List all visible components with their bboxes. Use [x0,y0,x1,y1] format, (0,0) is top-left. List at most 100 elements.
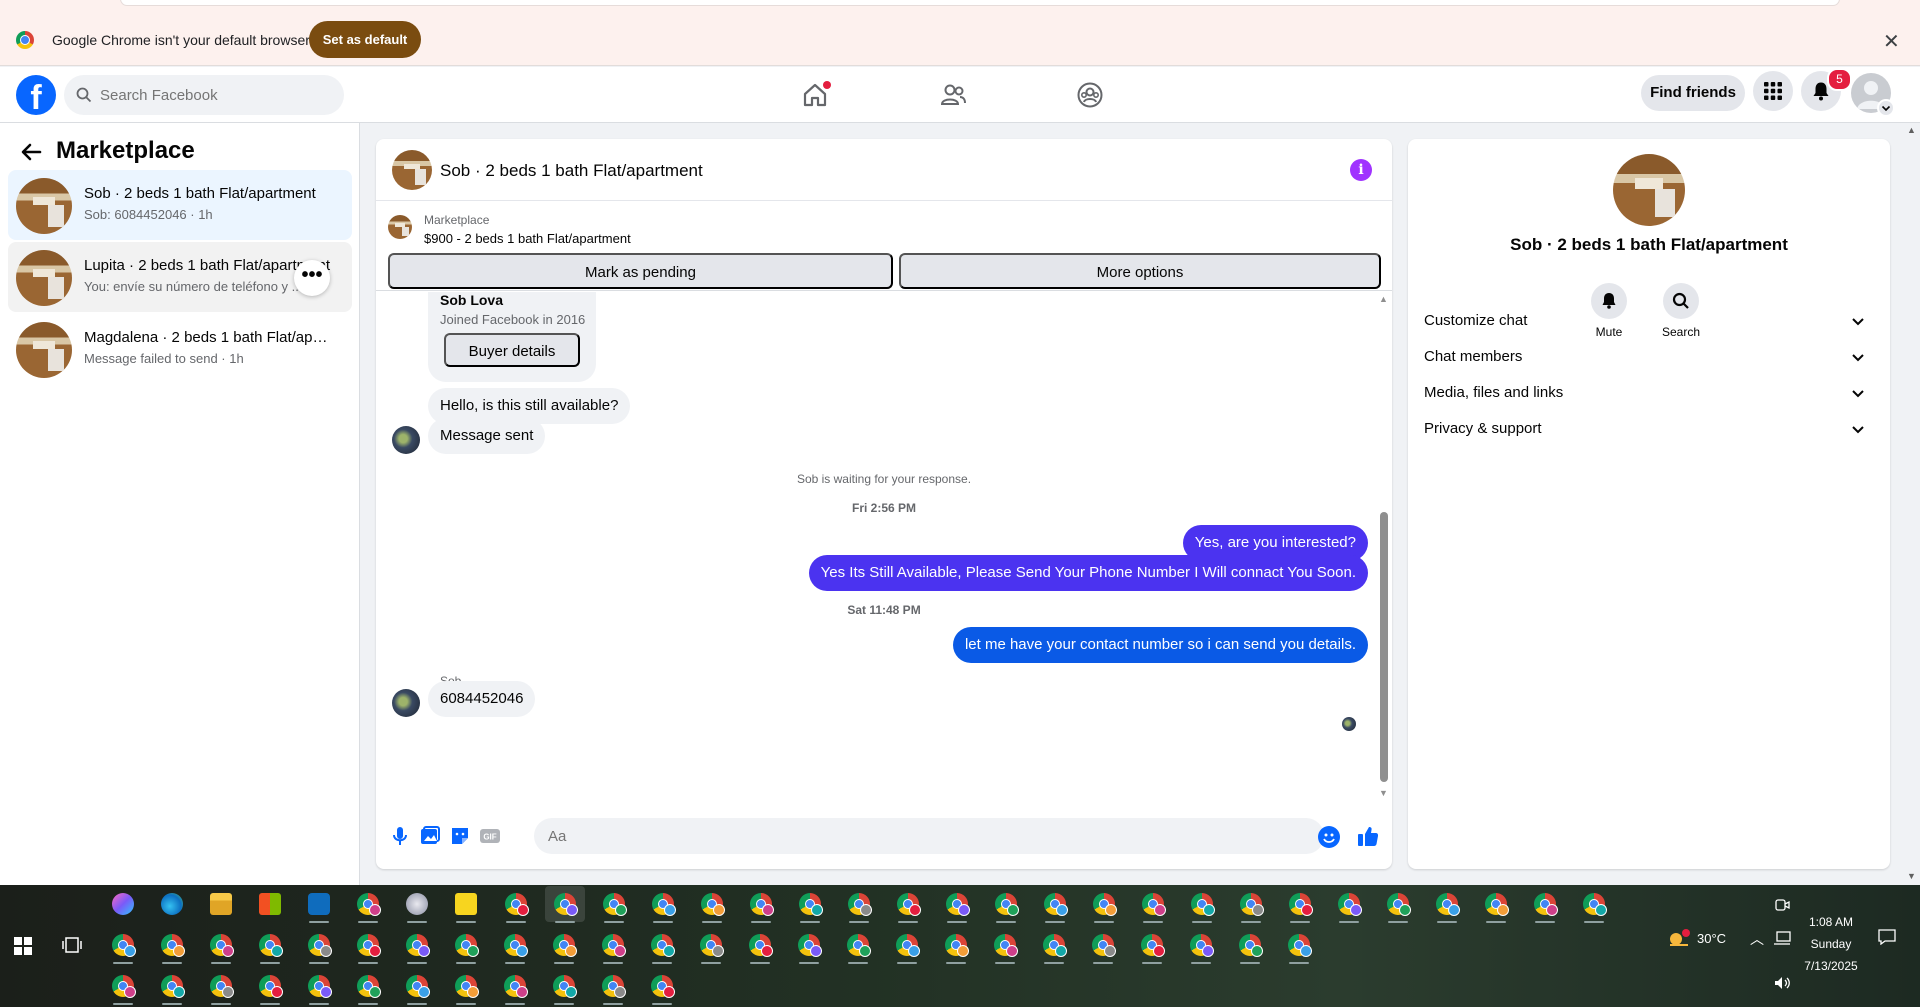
scroll-down-arrow-icon[interactable]: ▼ [1379,788,1388,798]
chrome-window-taskbar-button[interactable] [446,927,486,964]
chrome-window-taskbar-button[interactable] [741,886,781,923]
chrome-window-taskbar-button[interactable] [103,927,143,964]
set-as-default-button[interactable]: Set as default [309,21,421,58]
chrome-window-taskbar-button[interactable] [250,927,290,964]
volume-icon[interactable] [1772,975,1792,991]
chrome-window-taskbar-button[interactable] [986,886,1026,923]
thumbs-up-icon[interactable] [1356,824,1380,848]
listing-thumbnail-large[interactable] [1613,154,1685,226]
chrome-window-taskbar-button[interactable] [1476,886,1516,923]
chrome-window-taskbar-button[interactable] [1329,886,1369,923]
account-chevron-down-icon[interactable] [1877,99,1895,117]
conversation-more-icon[interactable]: ••• [294,260,330,296]
groups-nav-icon[interactable] [1074,79,1106,111]
clock-date[interactable]: 7/13/2025 [1800,959,1862,973]
chrome-window-taskbar-button[interactable] [1427,886,1467,923]
chrome-window-taskbar-button[interactable] [642,927,682,964]
chrome-window-taskbar-button[interactable] [789,927,829,964]
chrome-window-taskbar-button[interactable] [201,927,241,964]
chrome-window-taskbar-button[interactable] [397,968,437,1005]
chrome-window-taskbar-button[interactable] [1574,886,1614,923]
outlook-taskbar-button[interactable] [299,886,339,923]
chrome-window-taskbar-button[interactable] [545,886,585,923]
chrome-window-taskbar-button[interactable] [544,927,584,964]
chrome-window-taskbar-button[interactable] [1279,927,1319,964]
chrome-window-taskbar-button[interactable] [495,968,535,1005]
search-input[interactable] [100,75,330,115]
scrollbar-thumb[interactable] [1380,512,1388,782]
network-icon[interactable] [1772,930,1792,946]
chrome-window-taskbar-button[interactable] [593,927,633,964]
store-taskbar-button[interactable] [250,886,290,922]
page-scrollbar[interactable]: ▲ ▼ [1904,123,1920,885]
chrome-window-taskbar-button[interactable] [201,968,241,1005]
chrome-window-taskbar-button[interactable] [691,927,731,964]
explorer-taskbar-button[interactable] [201,886,241,922]
photo-icon[interactable] [418,824,442,848]
message-input[interactable] [534,818,1324,854]
more-options-button[interactable]: More options [899,253,1381,289]
chrome-window-taskbar-button[interactable] [1181,927,1221,964]
emoji-icon[interactable] [1318,826,1340,848]
friends-nav-icon[interactable] [937,79,969,111]
chrome-window-taskbar-button[interactable] [839,886,879,923]
chrome-window-taskbar-button[interactable] [1525,886,1565,923]
chrome-window-taskbar-button[interactable] [838,927,878,964]
close-infobar-icon[interactable]: ✕ [1883,29,1900,54]
listing-thumbnail[interactable] [392,150,432,190]
chrome-window-taskbar-button[interactable] [593,968,633,1005]
chrome-window-taskbar-button[interactable] [985,927,1025,964]
chat-title[interactable]: Sob · 2 beds 1 bath Flat/apartment [440,161,703,181]
find-friends-button[interactable]: Find friends [1641,75,1745,111]
sender-avatar[interactable] [392,689,420,717]
buyer-details-button[interactable]: Buyer details [444,333,580,367]
task-view-icon[interactable] [62,935,82,955]
chrome-window-taskbar-button[interactable] [1035,886,1075,923]
listing-price-title[interactable]: $900 - 2 beds 1 bath Flat/apartment [424,231,631,246]
chrome-window-taskbar-button[interactable] [446,968,486,1005]
thread-scrollbar[interactable]: ▲ ▼ [1376,292,1390,802]
menu-grid-button[interactable] [1753,71,1793,111]
chrome-window-taskbar-button[interactable] [152,927,192,964]
clock-time[interactable]: 1:08 AM [1800,915,1862,929]
privacy-support-section[interactable]: Privacy & support [1416,407,1882,451]
chrome-window-taskbar-button[interactable] [888,886,928,923]
sender-avatar[interactable] [392,426,420,454]
weather-icon[interactable] [1664,927,1694,951]
notes-taskbar-button[interactable] [446,886,486,923]
chrome-window-taskbar-button[interactable] [740,927,780,964]
mark-as-pending-button[interactable]: Mark as pending [388,253,893,289]
home-nav-icon[interactable] [799,79,831,111]
conversation-item-magdalena[interactable]: Magdalena · 2 beds 1 bath Flat/apartment… [8,314,352,384]
weather-app-taskbar-button[interactable] [397,886,437,923]
windows-start-icon[interactable] [14,937,32,955]
chrome-window-taskbar-button[interactable] [544,968,584,1005]
chrome-window-taskbar-button[interactable] [496,886,536,923]
chrome-window-taskbar-button[interactable] [643,886,683,923]
chrome-window-taskbar-button[interactable] [887,927,927,964]
chrome-window-taskbar-button[interactable] [299,968,339,1005]
chrome-window-taskbar-button[interactable] [937,886,977,923]
chrome-window-taskbar-button[interactable] [152,968,192,1005]
chrome-window-taskbar-button[interactable] [103,968,143,1005]
gif-icon[interactable]: GIF [478,824,502,848]
temperature-text[interactable]: 30°C [1697,931,1726,946]
chrome-window-taskbar-button[interactable] [348,968,388,1005]
chrome-window-taskbar-button[interactable] [250,968,290,1005]
chrome-window-taskbar-button[interactable] [1230,927,1270,964]
chrome-window-taskbar-button[interactable] [299,927,339,964]
edge-taskbar-button[interactable] [152,886,192,922]
conversation-item-lupita[interactable]: Lupita · 2 beds 1 bath Flat/apartment Yo… [8,242,352,312]
chrome-window-taskbar-button[interactable] [642,968,682,1005]
facebook-logo-icon[interactable]: f [16,75,56,115]
chrome-window-taskbar-button[interactable] [1132,927,1172,964]
microphone-icon[interactable] [388,824,412,848]
page-scroll-up-arrow-icon[interactable]: ▲ [1907,125,1916,135]
chrome-window-taskbar-button[interactable] [495,927,535,964]
show-hidden-icons-chevron-icon[interactable]: ︿ [1750,929,1764,949]
address-bar-edge[interactable] [120,0,1840,6]
chrome-window-taskbar-button[interactable] [1231,886,1271,923]
listing-thumbnail-small[interactable] [388,215,412,239]
clock-day[interactable]: Sunday [1800,937,1862,951]
chrome-window-taskbar-button[interactable] [348,886,388,923]
